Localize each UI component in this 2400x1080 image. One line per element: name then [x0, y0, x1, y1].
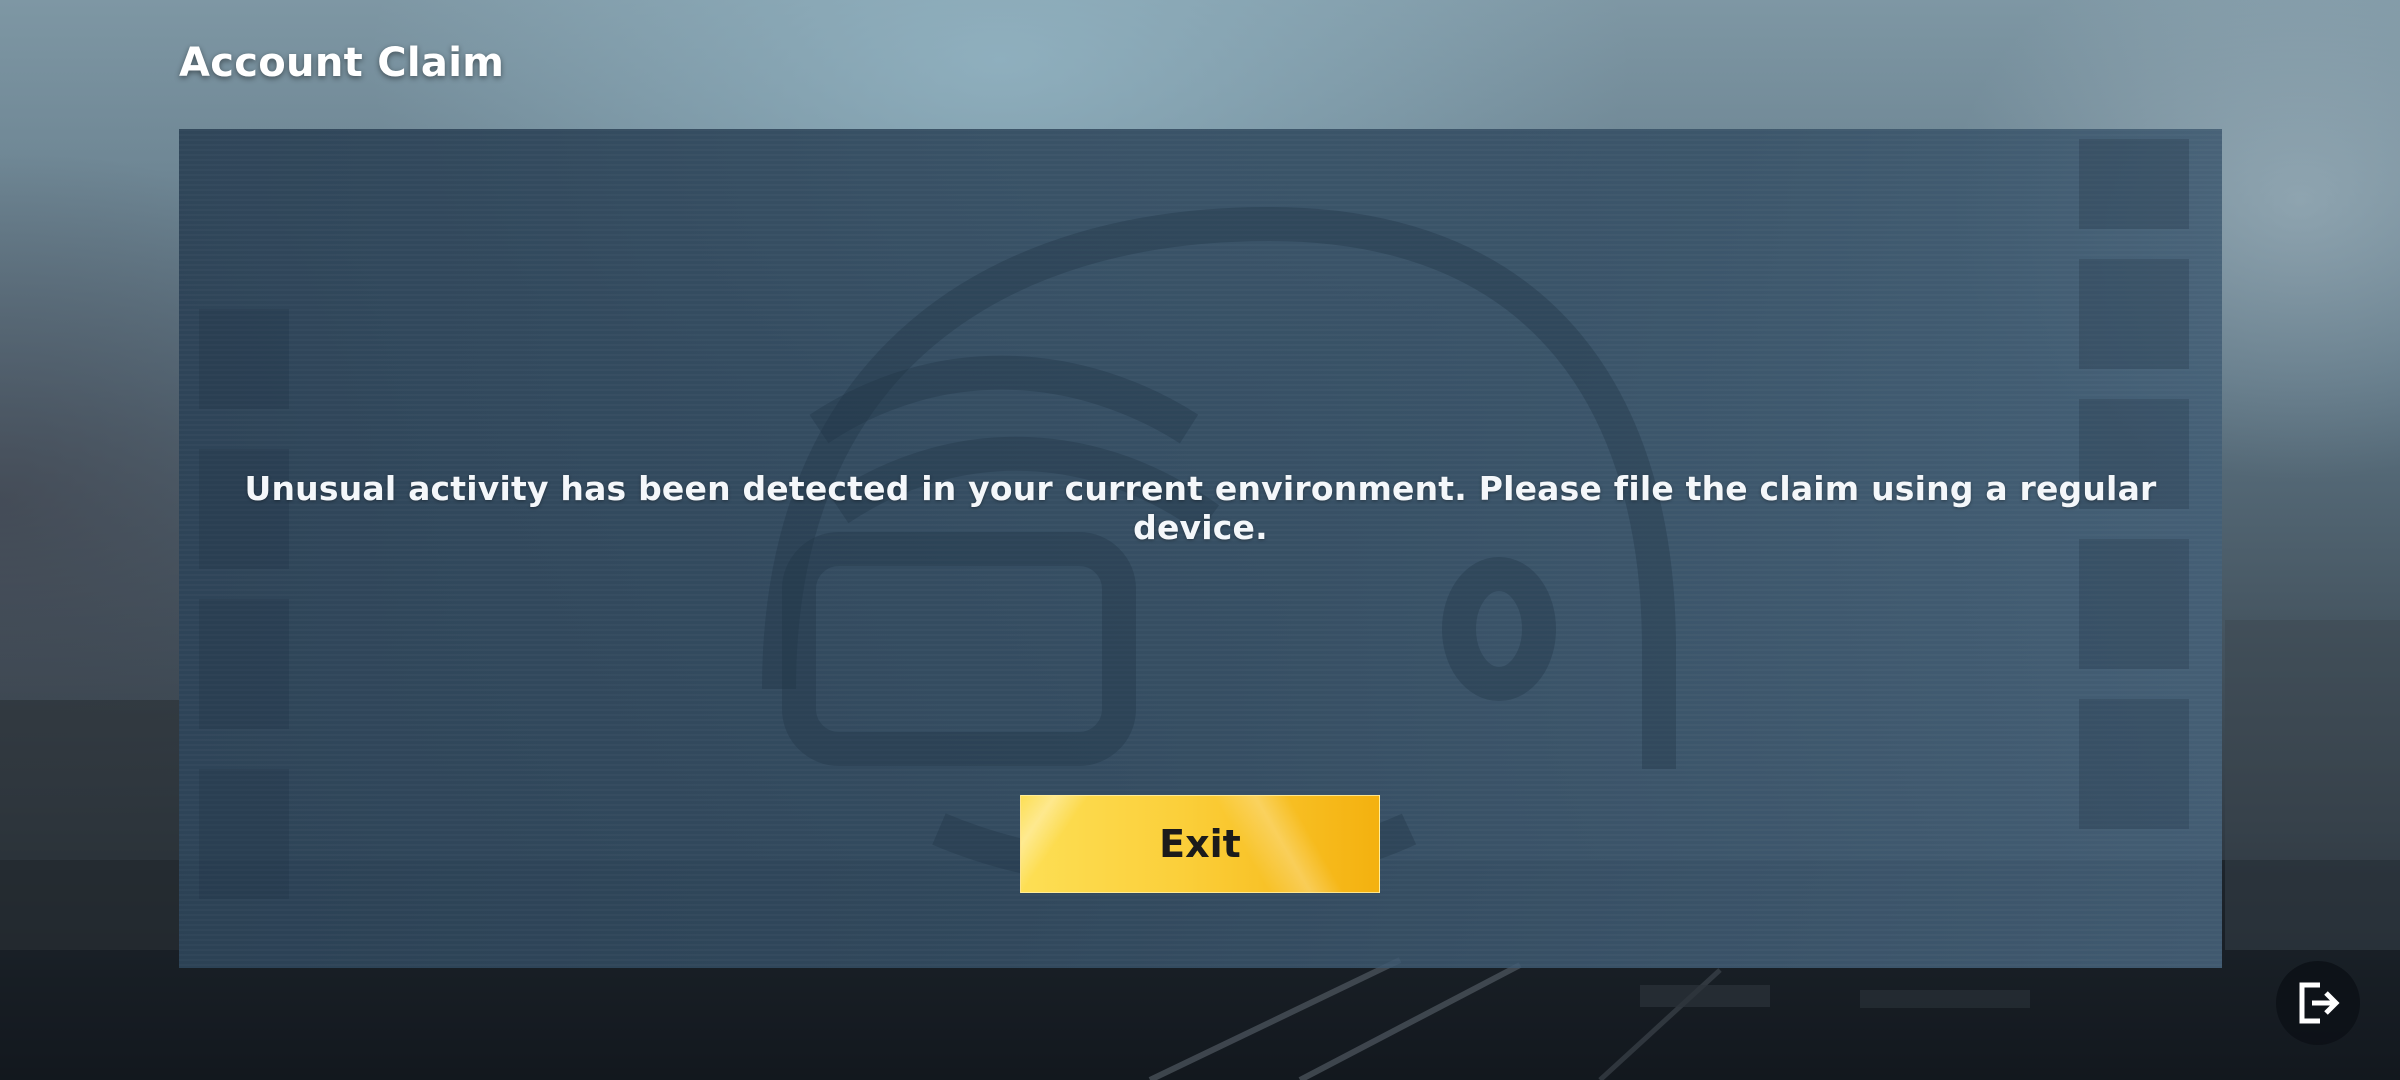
dialog-panel: Unusual activity has been detected in yo…	[179, 129, 2222, 968]
exit-button-label: Exit	[1159, 822, 1241, 866]
logout-icon	[2299, 982, 2340, 1024]
warning-message: Unusual activity has been detected in yo…	[244, 469, 2157, 547]
exit-button[interactable]: Exit	[1020, 795, 1380, 893]
logout-button[interactable]	[2276, 961, 2360, 1045]
page-title: Account Claim	[179, 40, 505, 86]
